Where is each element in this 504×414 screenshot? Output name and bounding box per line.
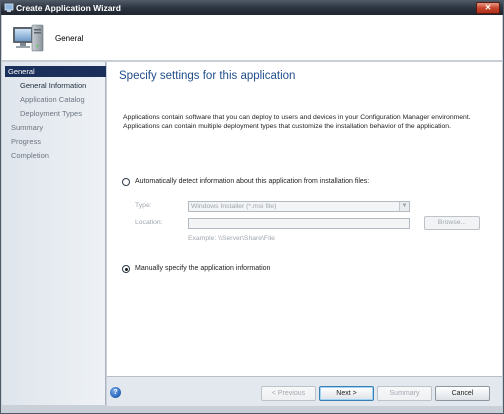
sidebar-item-deployment-types[interactable]: Deployment Types bbox=[20, 108, 82, 119]
chevron-down-icon[interactable]: ▼ bbox=[399, 202, 409, 211]
title-bar[interactable]: Create Application Wizard ✕ bbox=[1, 1, 503, 15]
type-label: Type: bbox=[135, 202, 152, 209]
cancel-button[interactable]: Cancel bbox=[435, 386, 490, 401]
auto-detect-label[interactable]: Automatically detect information about t… bbox=[135, 178, 369, 185]
sidebar-item-application-catalog[interactable]: Application Catalog bbox=[20, 94, 85, 105]
sidebar-item-completion[interactable]: Completion bbox=[11, 150, 49, 161]
manual-label[interactable]: Manually specify the application informa… bbox=[135, 265, 270, 272]
page-description: Applications contain software that you c… bbox=[123, 114, 471, 130]
help-icon[interactable]: ? bbox=[110, 387, 121, 398]
sidebar-item-general-information[interactable]: General Information bbox=[20, 80, 86, 91]
close-button[interactable]: ✕ bbox=[476, 2, 500, 14]
previous-button[interactable]: < Previous bbox=[261, 386, 316, 401]
location-example: Example: \\Server\Share\File bbox=[188, 235, 275, 242]
close-icon: ✕ bbox=[484, 3, 492, 12]
manual-radio[interactable] bbox=[122, 265, 130, 273]
wizard-window: Create Application Wizard ✕ General Gene… bbox=[0, 0, 504, 414]
window-title: Create Application Wizard bbox=[16, 3, 121, 13]
wizard-content: Specify settings for this application Ap… bbox=[107, 62, 502, 376]
type-select[interactable]: Windows Installer (*.msi file) ▼ bbox=[188, 201, 410, 212]
wizard-app-icon bbox=[4, 3, 14, 12]
location-label: Location: bbox=[135, 219, 163, 226]
page-heading: Specify settings for this application bbox=[119, 70, 296, 82]
sidebar-item-progress[interactable]: Progress bbox=[11, 136, 41, 147]
sidebar-item-general[interactable]: General bbox=[5, 66, 106, 77]
browse-button[interactable]: Browse... bbox=[424, 216, 480, 230]
wizard-header: General bbox=[2, 15, 502, 61]
computer-icon bbox=[13, 24, 44, 52]
auto-detect-radio[interactable] bbox=[122, 178, 130, 186]
next-button[interactable]: Next > bbox=[319, 386, 374, 401]
location-input[interactable] bbox=[188, 218, 410, 229]
type-select-value: Windows Installer (*.msi file) bbox=[191, 203, 277, 210]
wizard-sidebar: General General Information Application … bbox=[2, 62, 106, 405]
summary-button[interactable]: Summary bbox=[377, 386, 432, 401]
header-title: General bbox=[55, 34, 84, 43]
sidebar-item-summary[interactable]: Summary bbox=[11, 122, 43, 133]
radio-selected-dot bbox=[124, 267, 128, 271]
